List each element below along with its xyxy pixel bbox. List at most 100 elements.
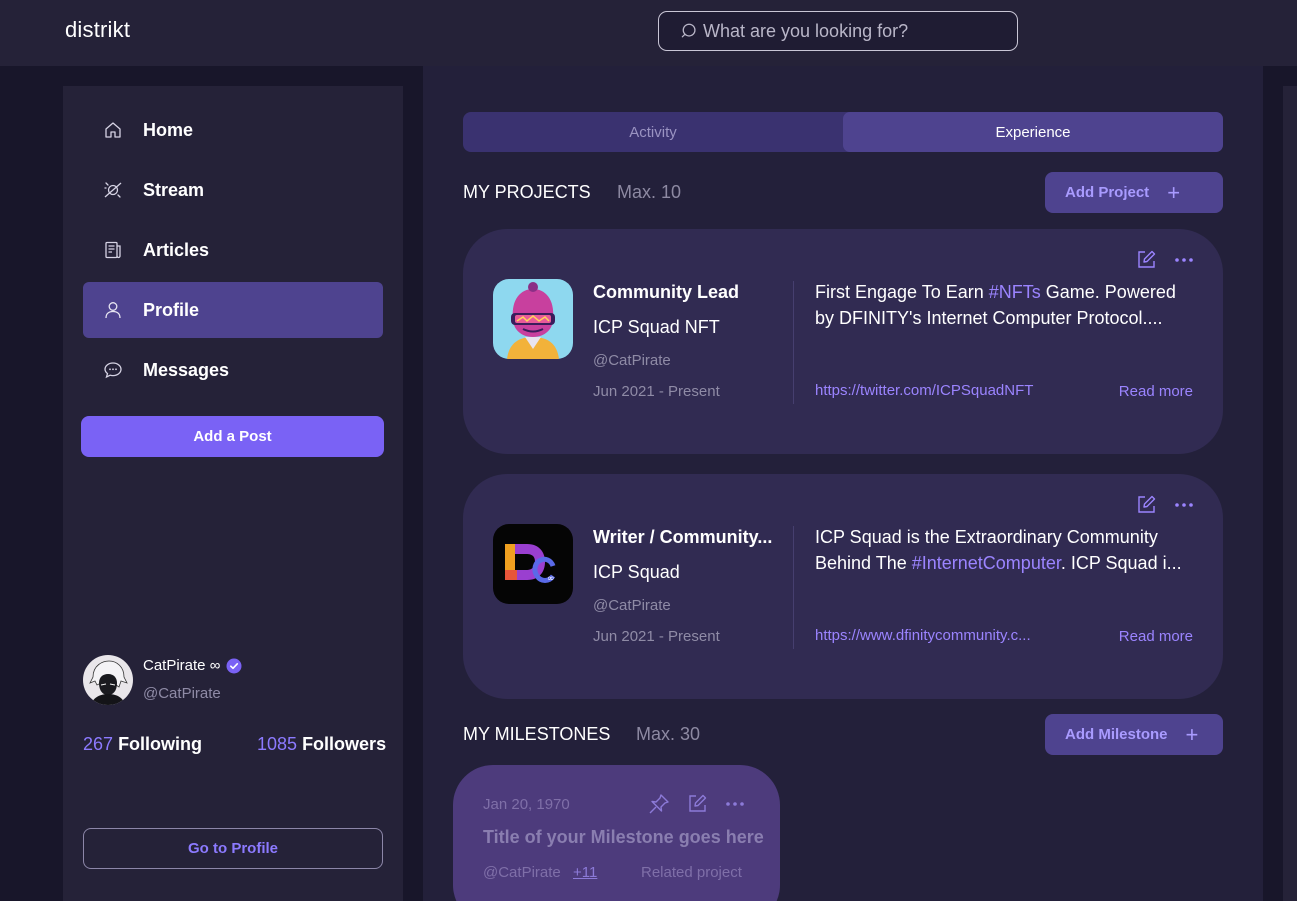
sidebar-item-messages[interactable]: Messages	[83, 342, 383, 398]
more-options-icon[interactable]	[1173, 494, 1195, 516]
user-name[interactable]: CatPirate ∞	[143, 657, 242, 674]
sidebar-item-home[interactable]: Home	[83, 102, 383, 158]
sidebar-item-label: Profile	[143, 299, 200, 320]
read-more-link[interactable]: Read more	[1119, 628, 1193, 645]
project-card: Community Lead ICP Squad NFT @CatPirate …	[463, 229, 1223, 454]
divider	[793, 526, 794, 649]
projects-max: Max. 10	[617, 182, 682, 202]
milestones-max: Max. 30	[636, 724, 701, 744]
project-card: ∞ Writer / Community... ICP Squad @CatPi…	[463, 474, 1223, 699]
description-text: Behind The	[815, 553, 912, 573]
description-text: ICP Squad is the Extraordinary Community	[815, 527, 1158, 547]
project-link[interactable]: https://twitter.com/ICPSquadNFT	[815, 382, 1060, 399]
dfinity-community-logo: ∞	[493, 524, 573, 604]
profile-tabs: Activity Experience	[463, 112, 1223, 152]
project-description: First Engage To Earn #NFTs Game. Powered…	[815, 279, 1200, 331]
sidebar-item-stream[interactable]: Stream	[83, 162, 383, 218]
hashtag-link[interactable]: #NFTs	[989, 282, 1041, 302]
avatar[interactable]	[83, 655, 133, 705]
milestone-actions	[648, 793, 746, 815]
add-post-button[interactable]: Add a Post	[81, 416, 384, 457]
edit-icon[interactable]	[1135, 249, 1157, 271]
search-box[interactable]	[658, 11, 1018, 51]
following-number: 267	[83, 734, 114, 754]
pin-icon[interactable]	[648, 793, 670, 815]
home-icon	[105, 122, 121, 138]
project-handle[interactable]: @CatPirate	[593, 352, 671, 369]
articles-icon	[105, 241, 121, 259]
project-company[interactable]: ICP Squad NFT	[593, 317, 720, 338]
svg-text:∞: ∞	[547, 574, 555, 584]
project-logo[interactable]: ∞	[493, 524, 573, 604]
project-company[interactable]: ICP Squad	[593, 562, 680, 583]
edit-icon[interactable]	[686, 793, 708, 815]
project-description: ICP Squad is the Extraordinary Community…	[815, 524, 1200, 576]
search-icon	[681, 23, 696, 38]
sidebar-item-label: Stream	[143, 179, 205, 200]
following-count[interactable]: 267 Following	[83, 734, 202, 755]
user-handle: @CatPirate	[143, 685, 221, 702]
following-label: Following	[118, 734, 203, 754]
main-content: Activity Experience MY PROJECTS Max. 10 …	[423, 66, 1263, 901]
card-actions	[1135, 494, 1195, 516]
icp-squad-nft-logo	[493, 279, 573, 359]
add-project-label: Add Project	[1065, 184, 1150, 201]
description-text: Game. Powered	[1040, 282, 1176, 302]
project-handle[interactable]: @CatPirate	[593, 597, 671, 614]
more-options-icon[interactable]	[724, 793, 746, 815]
hashtag-link[interactable]: #InternetComputer	[912, 553, 1061, 573]
right-panel-edge	[1283, 86, 1297, 901]
user-name-text: CatPirate ∞	[143, 657, 221, 674]
sidebar-item-label: Home	[143, 119, 194, 140]
app-logo[interactable]: distrikt	[65, 17, 130, 43]
tab-activity[interactable]: Activity	[463, 112, 843, 152]
plus-icon: +	[1167, 179, 1181, 205]
description-line: by DFINITY's Internet Computer Protocol.…	[815, 305, 1200, 331]
sidebar-item-articles[interactable]: Articles	[83, 222, 383, 278]
milestone-related-project[interactable]: Related project	[641, 864, 742, 881]
plus-icon: +	[1185, 721, 1199, 747]
add-project-button[interactable]: Add Project +	[1045, 172, 1223, 213]
divider	[793, 281, 794, 404]
milestone-more-users[interactable]: +11	[573, 864, 597, 881]
top-bar: distrikt	[0, 0, 1297, 66]
sidebar-item-profile[interactable]: Profile	[83, 282, 383, 338]
search-input[interactable]	[703, 20, 1003, 42]
followers-number: 1085	[257, 734, 298, 754]
sidebar: Home Stream Articles Profile Messages Ad…	[63, 86, 403, 901]
edit-icon[interactable]	[1135, 494, 1157, 516]
more-options-icon[interactable]	[1173, 249, 1195, 271]
messages-icon	[104, 362, 122, 379]
projects-section-title: MY PROJECTS	[463, 182, 591, 202]
avatar-image	[83, 655, 133, 705]
verified-icon	[226, 658, 242, 673]
milestone-handle[interactable]: @CatPirate	[483, 864, 561, 881]
milestone-title: Title of your Milestone goes here	[483, 827, 764, 847]
sidebar-item-label: Messages	[143, 359, 230, 380]
project-role: Community Lead	[593, 282, 740, 302]
profile-icon	[105, 302, 121, 319]
description-text: First Engage To Earn	[815, 282, 989, 302]
project-link[interactable]: https://www.dfinitycommunity.c...	[815, 627, 1060, 644]
project-dates: Jun 2021 - Present	[593, 628, 720, 645]
card-actions	[1135, 249, 1195, 271]
sidebar-item-label: Articles	[143, 239, 210, 260]
followers-count[interactable]: 1085 Followers	[257, 734, 386, 755]
project-role: Writer / Community...	[593, 527, 773, 547]
description-line: First Engage To Earn #NFTs Game. Powered	[815, 279, 1200, 305]
milestones-section-title: MY MILESTONES	[463, 724, 611, 744]
stream-icon	[104, 182, 122, 198]
tab-experience[interactable]: Experience	[843, 112, 1223, 152]
description-text: by DFINITY's Internet Computer Protocol.…	[815, 308, 1163, 328]
add-milestone-label: Add Milestone	[1065, 726, 1168, 743]
add-milestone-button[interactable]: Add Milestone +	[1045, 714, 1223, 755]
description-text: . ICP Squad i...	[1060, 553, 1182, 573]
milestone-card[interactable]: Jan 20, 1970 Title of your Milestone goe…	[453, 765, 780, 901]
project-dates: Jun 2021 - Present	[593, 383, 720, 400]
description-line: ICP Squad is the Extraordinary Community	[815, 524, 1200, 550]
milestone-date: Jan 20, 1970	[483, 796, 570, 813]
description-line: Behind The #InternetComputer. ICP Squad …	[815, 550, 1200, 576]
project-logo[interactable]	[493, 279, 573, 359]
go-to-profile-button[interactable]: Go to Profile	[83, 828, 383, 869]
read-more-link[interactable]: Read more	[1119, 383, 1193, 400]
